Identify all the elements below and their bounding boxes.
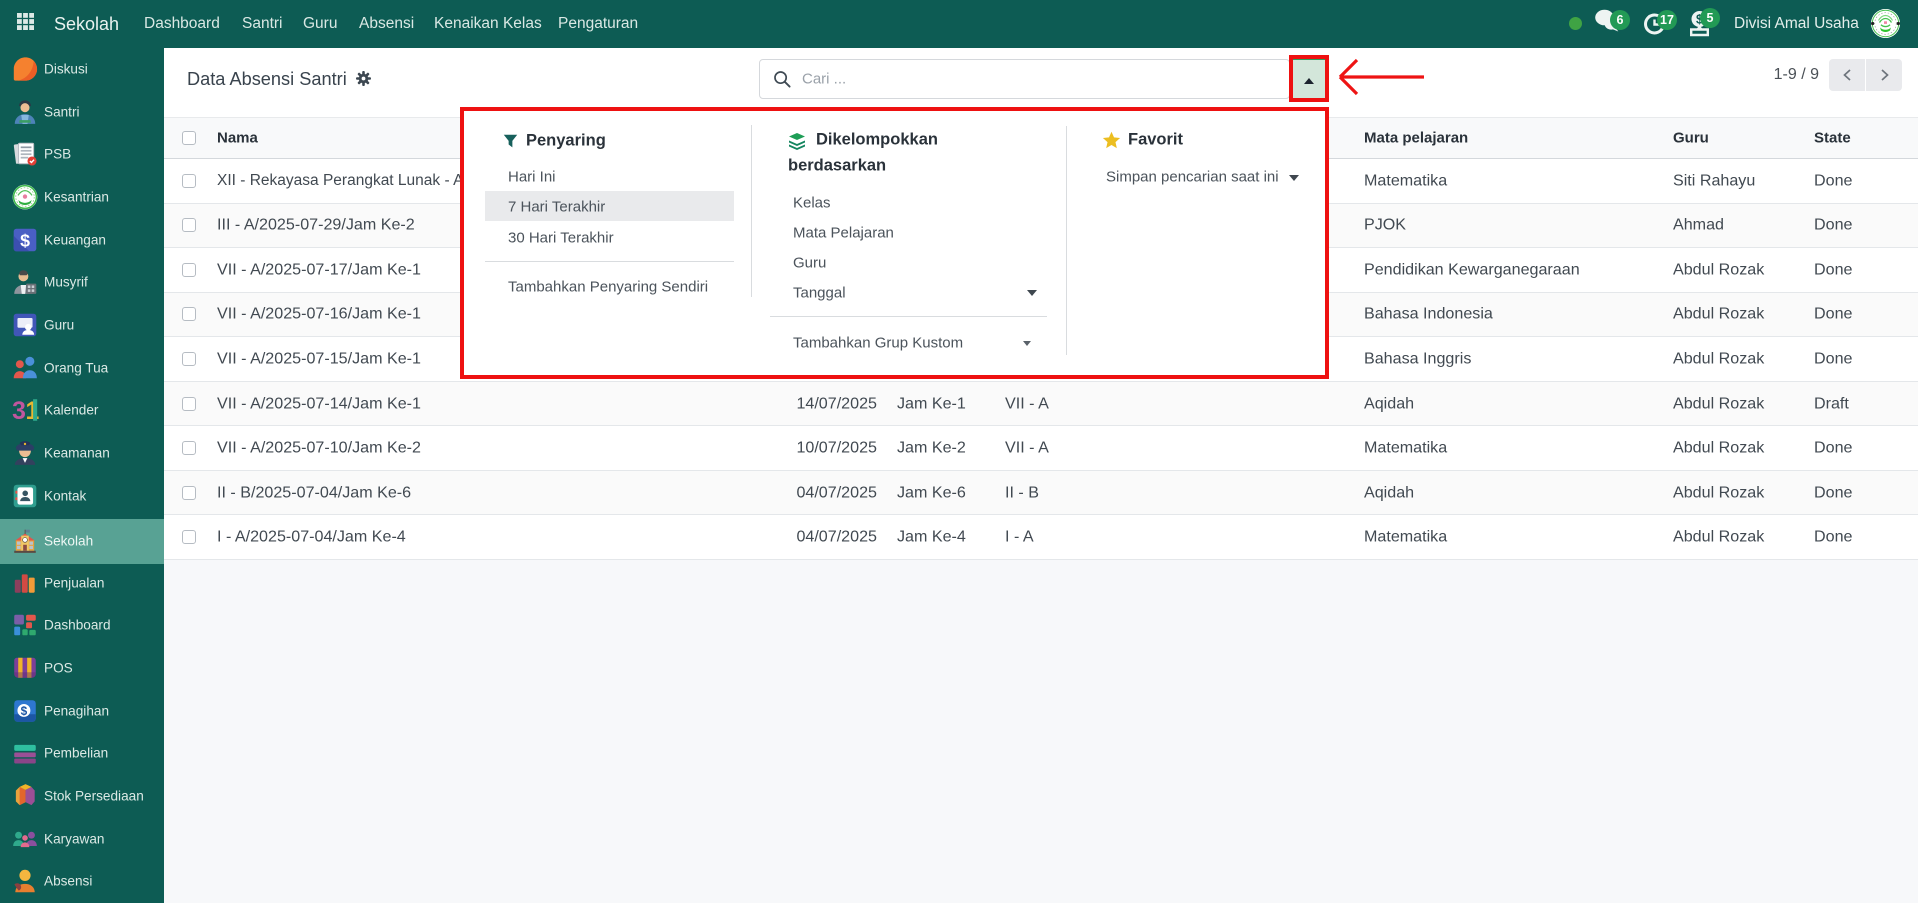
svg-text:$: $ — [20, 230, 30, 250]
svg-text:$: $ — [21, 704, 28, 718]
svg-text:3: 3 — [12, 398, 26, 424]
